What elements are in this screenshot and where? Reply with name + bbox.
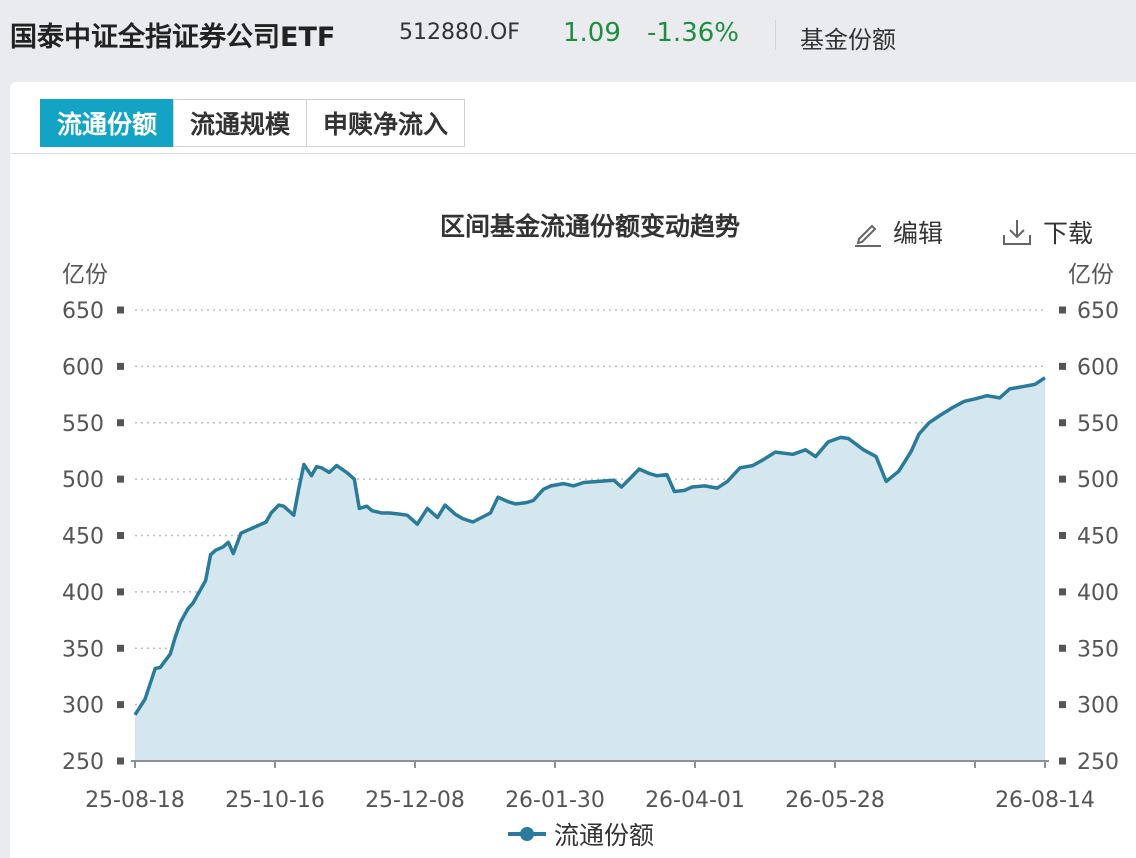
y-axis-unit-left: 亿份 [62,262,108,288]
y-axis-unit-right: 亿份 [1068,262,1114,288]
y-tick-label-left: 450 [62,525,104,550]
y-tick-mark-right [1059,362,1066,370]
y-tick-mark-right [1059,588,1066,596]
y-tick-label-right: 300 [1077,694,1119,719]
y-tick-mark-right [1059,306,1066,314]
x-axis: 25-08-18 25-10-16 25-12-08 26-01-30 26-04-01… [85,761,1095,813]
y-tick-mark-left [117,306,124,314]
y-tick-mark-right [1059,475,1066,483]
y-tick-label-right: 250 [1077,750,1119,775]
y-tick-label-left: 500 [62,468,104,493]
y-tick-mark-left [117,362,124,370]
y-tick-label-right: 400 [1077,581,1119,606]
y-tick-label-left: 350 [62,637,104,662]
y-tick-label-left: 600 [62,355,104,380]
y-tick-label-left: 300 [62,694,104,719]
x-tick-label: 25-12-08 [365,788,465,813]
y-tick-mark-right [1059,644,1066,652]
chart-title: 区间基金流通份额变动趋势 [440,212,740,241]
download-label: 下载 [1043,219,1094,248]
y-tick-label-left: 650 [62,299,104,324]
legend-marker [520,827,534,841]
x-tick-label: 25-10-16 [225,788,325,813]
x-tick-label: 26-05-28 [785,788,885,813]
y-tick-mark-left [117,475,124,483]
y-tick-label-right: 500 [1077,468,1119,493]
y-tick-mark-right [1059,701,1066,709]
y-tick-mark-left [117,588,124,596]
y-tick-mark-left [117,757,124,765]
x-tick-label: 26-04-01 [645,788,745,813]
x-tick-label: 25-08-18 [85,788,185,813]
y-tick-mark-left [117,644,124,652]
legend[interactable]: 流通份额 [508,821,654,850]
pencil-icon [855,224,881,247]
y-tick-mark-right [1059,419,1066,427]
x-tick-label: 26-08-14 [995,788,1095,813]
edit-button[interactable]: 编辑 [853,214,943,250]
y-tick-label-left: 550 [62,412,104,437]
edit-label: 编辑 [893,219,944,248]
y-tick-label-left: 400 [62,581,104,606]
legend-label: 流通份额 [554,821,654,850]
y-tick-mark-right [1059,757,1066,765]
series-area-fill [135,377,1045,761]
y-tick-mark-left [117,419,124,427]
share-trend-chart: 250 250 300 300 350 350 400 400 450 450 500 500 550 5… [62,212,1119,850]
y-tick-label-left: 250 [62,750,104,775]
y-tick-mark-left [117,701,124,709]
y-tick-label-right: 550 [1077,412,1119,437]
y-tick-mark-left [117,532,124,539]
y-tick-label-right: 350 [1077,637,1119,662]
x-tick-label: 26-01-30 [505,788,605,813]
download-button[interactable]: 下载 [1001,214,1093,250]
y-tick-label-right: 450 [1077,525,1119,550]
download-icon [1003,220,1031,245]
y-tick-label-right: 650 [1077,299,1119,324]
y-tick-label-right: 600 [1077,355,1119,380]
y-tick-mark-right [1059,532,1066,539]
